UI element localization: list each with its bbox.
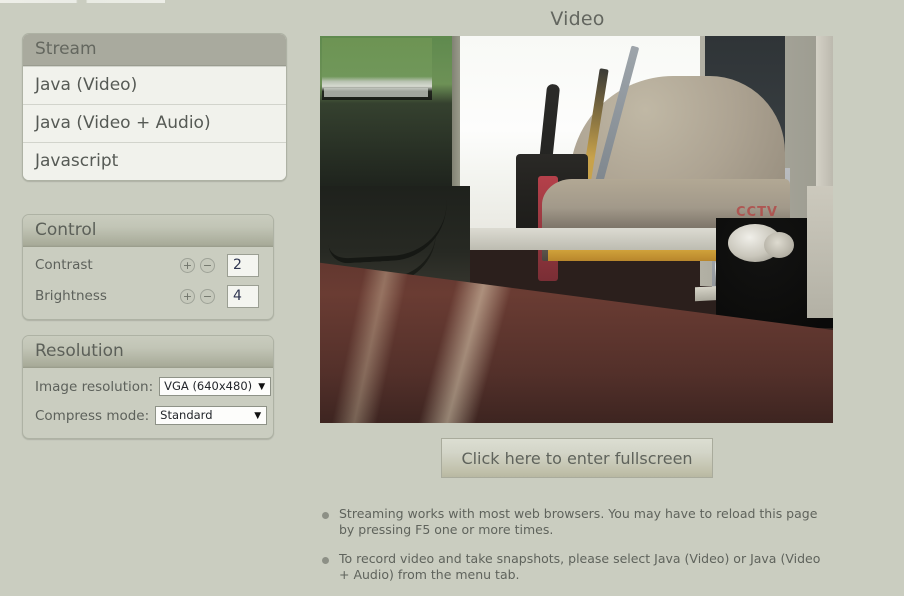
- video-stream[interactable]: CCTV SECURITY SYSTEM: [320, 36, 833, 423]
- stream-item-javascript[interactable]: Javascript: [23, 142, 286, 180]
- brightness-decrease-button[interactable]: −: [200, 288, 215, 304]
- note-text: To record video and take snapshots, plea…: [339, 551, 821, 582]
- resolution-panel: Resolution Image resolution: VGA (640x48…: [22, 335, 274, 439]
- brightness-value-input[interactable]: 4: [227, 284, 259, 308]
- note-text: Streaming works with most web browsers. …: [339, 506, 818, 537]
- note-item: Streaming works with most web browsers. …: [322, 506, 822, 538]
- compress-mode-label: Compress mode:: [35, 407, 150, 424]
- contrast-value-input[interactable]: 2: [227, 253, 259, 277]
- stream-item-java-video[interactable]: Java (Video): [23, 66, 286, 104]
- image-resolution-row: Image resolution: VGA (640x480) ▼: [23, 376, 273, 397]
- note-item: To record video and take snapshots, plea…: [322, 551, 822, 583]
- top-nav-strip: [0, 0, 165, 3]
- contrast-row: Contrast + − 2: [23, 252, 273, 278]
- bullet-icon: [322, 557, 329, 564]
- control-panel-header: Control: [23, 215, 273, 247]
- contrast-increase-button[interactable]: +: [180, 257, 195, 273]
- image-resolution-select[interactable]: VGA (640x480) ▼: [159, 377, 272, 396]
- brightness-label: Brightness: [35, 288, 107, 304]
- video-monitor-taskbar: [324, 88, 428, 97]
- video-window-sill: [440, 228, 740, 250]
- page-title: Video: [550, 8, 605, 30]
- image-resolution-value: VGA (640x480): [164, 379, 253, 393]
- compress-mode-select[interactable]: Standard ▼: [155, 406, 268, 425]
- video-figure-head-secondary: [764, 232, 794, 258]
- brightness-row: Brightness + − 4: [23, 283, 273, 309]
- stream-panel-header: Stream: [23, 34, 286, 66]
- stream-panel: Stream Java (Video) Java (Video + Audio)…: [22, 33, 287, 181]
- contrast-label: Contrast: [35, 257, 93, 273]
- video-right-wall-lower: [807, 186, 833, 318]
- contrast-decrease-button[interactable]: −: [200, 257, 215, 273]
- page-root: Video Stream Java (Video) Java (Video + …: [0, 0, 904, 595]
- resolution-panel-header: Resolution: [23, 336, 273, 368]
- notes-list: Streaming works with most web browsers. …: [322, 506, 822, 596]
- control-panel: Control Contrast + − 2 Brightness + − 4: [22, 214, 274, 320]
- chevron-down-icon: ▼: [258, 382, 266, 392]
- enter-fullscreen-button[interactable]: Click here to enter fullscreen: [441, 438, 713, 478]
- video-monitor: [320, 36, 452, 196]
- bullet-icon: [322, 512, 329, 519]
- chevron-down-icon: ▼: [254, 411, 262, 421]
- image-resolution-label: Image resolution:: [35, 378, 154, 395]
- stream-item-java-video-audio[interactable]: Java (Video + Audio): [23, 104, 286, 142]
- brightness-increase-button[interactable]: +: [180, 288, 195, 304]
- compress-mode-value: Standard: [160, 408, 213, 422]
- compress-mode-row: Compress mode: Standard ▼: [23, 405, 273, 426]
